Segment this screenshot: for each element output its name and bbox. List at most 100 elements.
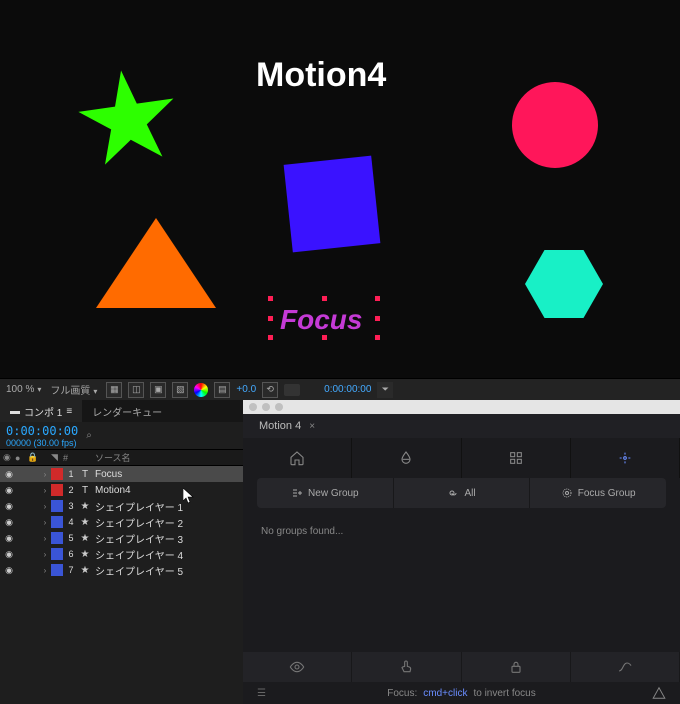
twirl-icon[interactable]: ›	[39, 566, 51, 575]
all-groups-button[interactable]: All	[394, 478, 531, 508]
twirl-icon[interactable]: ›	[39, 486, 51, 495]
footer-touch-button[interactable]	[352, 652, 461, 682]
layer-row[interactable]: ◉›6★シェイプレイヤー 4	[0, 546, 243, 562]
visibility-toggle[interactable]: ◉	[3, 533, 15, 544]
hint-bar: ☰ Focus: cmd+click to invert focus	[243, 682, 680, 704]
layer-name[interactable]: シェイプレイヤー 3	[91, 531, 240, 546]
layer-name[interactable]: Motion4	[91, 485, 240, 496]
layer-search-input[interactable]: ⌕	[86, 430, 92, 441]
solo-column-icon[interactable]: ●	[15, 453, 27, 463]
focus-group-button[interactable]: Focus Group	[530, 478, 666, 508]
layer-row[interactable]: ◉›5★シェイプレイヤー 3	[0, 530, 243, 546]
label-column-icon[interactable]: ◥	[51, 452, 63, 463]
source-column-header[interactable]: ソース名	[91, 451, 240, 464]
layer-index: 3	[63, 501, 79, 511]
visibility-toggle[interactable]: ◉	[3, 469, 15, 480]
plus-list-icon	[291, 487, 303, 499]
mask-toggle-button[interactable]: ◫	[128, 382, 144, 398]
visibility-toggle[interactable]: ◉	[3, 485, 15, 496]
layer-name[interactable]: シェイプレイヤー 1	[91, 499, 240, 514]
nav-focus-button[interactable]	[571, 438, 680, 478]
layer-index: 2	[63, 485, 79, 495]
shape-square[interactable]	[284, 156, 381, 253]
label-color-swatch[interactable]	[51, 500, 63, 512]
layer-type-icon: ★	[79, 517, 91, 528]
shape-star[interactable]	[72, 64, 185, 177]
roi-button[interactable]: ▣	[150, 382, 166, 398]
twirl-icon[interactable]: ›	[39, 550, 51, 559]
tab-render-queue[interactable]: レンダーキュー	[82, 400, 172, 422]
quality-dropdown[interactable]: フル画質▾	[50, 382, 100, 397]
transparency-toggle-button[interactable]: ▧	[172, 382, 188, 398]
close-tab-icon[interactable]: ×	[309, 421, 315, 432]
twirl-icon[interactable]: ›	[39, 534, 51, 543]
plugin-tab-motion4[interactable]: Motion 4	[251, 417, 309, 435]
layer-name[interactable]: Focus	[91, 469, 240, 480]
new-group-button[interactable]: New Group	[257, 478, 394, 508]
exposure-value[interactable]: +0.0	[236, 384, 256, 395]
label-color-swatch[interactable]	[51, 484, 63, 496]
shape-hexagon[interactable]	[525, 250, 603, 318]
color-management-icon[interactable]	[194, 383, 208, 397]
layer-row[interactable]: ◉ › 3★シェイプレイヤー 1	[0, 498, 243, 514]
nav-grid-button[interactable]	[462, 438, 571, 478]
footer-lock-button[interactable]	[462, 652, 571, 682]
zoom-dropdown[interactable]: 100 %▾	[6, 384, 44, 395]
selection-bounding-box[interactable]	[270, 298, 378, 338]
current-timecode[interactable]: 0:00:00:00	[6, 424, 78, 438]
traffic-light-minimize[interactable]	[262, 403, 270, 411]
visibility-toggle[interactable]: ◉	[3, 501, 15, 512]
layer-row[interactable]: ◉›1TFocus	[0, 466, 243, 482]
frame-fps: 00000 (30.00 fps)	[6, 438, 78, 448]
twirl-icon[interactable]: ›	[39, 502, 51, 511]
label-color-swatch[interactable]	[51, 548, 63, 560]
layer-row[interactable]: ◉ › 2TMotion4	[0, 482, 243, 498]
shape-triangle[interactable]	[96, 218, 216, 308]
traffic-light-close[interactable]	[249, 403, 257, 411]
label-color-swatch[interactable]	[51, 564, 63, 576]
layer-type-icon: ★	[79, 533, 91, 544]
lock-column-icon[interactable]: 🔒	[27, 452, 39, 463]
layer-name[interactable]: シェイプレイヤー 4	[91, 547, 240, 562]
visibility-toggle[interactable]: ◉	[3, 517, 15, 528]
snapshot-button[interactable]	[284, 384, 300, 396]
warning-icon[interactable]	[652, 686, 666, 700]
layer-row[interactable]: ◉›4★シェイプレイヤー 2	[0, 514, 243, 530]
reset-exposure-button[interactable]: ⟲	[262, 382, 278, 398]
footer-curve-button[interactable]	[571, 652, 680, 682]
layer-type-icon: ★	[79, 549, 91, 560]
layer-type-icon: ★	[79, 501, 91, 512]
window-titlebar[interactable]	[243, 400, 680, 414]
label-color-swatch[interactable]	[51, 532, 63, 544]
list-icon[interactable]: ☰	[257, 688, 266, 699]
visibility-toggle[interactable]: ◉	[3, 565, 15, 576]
footer-visibility-button[interactable]	[243, 652, 352, 682]
nav-water-button[interactable]	[352, 438, 461, 478]
layer-type-icon: T	[79, 485, 91, 496]
menu-icon: ≡	[66, 406, 72, 417]
layer-name[interactable]: シェイプレイヤー 2	[91, 515, 240, 530]
viewer-toolbar: 100 %▾ フル画質▾ ▦ ◫ ▣ ▧ ▤ +0.0 ⟲ 0:00:00:00…	[0, 378, 680, 400]
layer-row[interactable]: ◉›7★シェイプレイヤー 5	[0, 562, 243, 578]
label-color-swatch[interactable]	[51, 516, 63, 528]
timecode-menu-button[interactable]: ⏷	[377, 382, 393, 398]
motion4-plugin-panel: Motion 4 × New Group All Focus Group No …	[243, 400, 680, 704]
text-layer-motion4[interactable]: Motion4	[256, 56, 386, 95]
traffic-light-zoom[interactable]	[275, 403, 283, 411]
label-color-swatch[interactable]	[51, 468, 63, 480]
channel-button[interactable]: ▤	[214, 382, 230, 398]
eye-column-icon[interactable]: ◉	[3, 452, 15, 463]
preview-timecode[interactable]: 0:00:00:00	[324, 384, 371, 395]
twirl-icon[interactable]: ›	[39, 470, 51, 479]
visibility-toggle[interactable]: ◉	[3, 549, 15, 560]
layer-type-icon: T	[79, 469, 91, 480]
layer-name[interactable]: シェイプレイヤー 5	[91, 563, 240, 578]
composition-viewer[interactable]: Motion4 Focus	[0, 0, 680, 378]
nav-home-button[interactable]	[243, 438, 352, 478]
grid-toggle-button[interactable]: ▦	[106, 382, 122, 398]
twirl-icon[interactable]: ›	[39, 518, 51, 527]
tab-comp1[interactable]: ▬コンポ 1≡	[0, 400, 82, 422]
search-icon: ⌕	[86, 430, 92, 441]
empty-state-message: No groups found...	[243, 508, 680, 555]
shape-circle[interactable]	[512, 82, 598, 168]
